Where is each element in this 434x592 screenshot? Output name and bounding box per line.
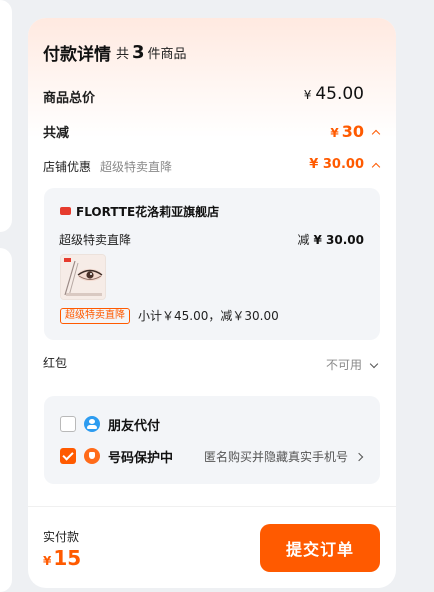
- chevron-right-icon: [356, 453, 364, 461]
- shop-discount-amount: ¥ 30.00: [309, 157, 364, 172]
- discount-total-toggle[interactable]: ¥30: [330, 122, 380, 141]
- chevron-down-icon: [370, 361, 378, 369]
- payment-detail-card: 付款详情 共 3 件商品 商品总价 ¥45.00 共减 ¥30 店铺优惠 超级特…: [28, 18, 396, 588]
- left-panel-edge: [0, 0, 12, 592]
- discount-total-amount: 30: [341, 122, 364, 141]
- goods-total-label: 商品总价: [43, 91, 96, 106]
- shop-logo-icon: [60, 207, 71, 215]
- left-panel-card-top: [0, 0, 12, 232]
- number-protection-detail-link[interactable]: 匿名购买并隐藏真实手机号: [204, 448, 364, 465]
- number-protection-checkbox[interactable]: [60, 448, 76, 464]
- goods-total-value: ¥45.00: [304, 84, 364, 104]
- promo-tag-badge: 超级特卖直降: [60, 308, 130, 324]
- promo-prefix: 减: [297, 233, 310, 247]
- shop-discount-detail: FLORTTE花洛莉亚旗舰店 超级特卖直降 减 ¥ 30.00 超级特卖直降 小计…: [44, 188, 380, 340]
- left-panel-card-bottom: [0, 248, 12, 592]
- friend-pay-label[interactable]: 朋友代付: [108, 415, 160, 434]
- footer-divider: [28, 506, 396, 507]
- submit-order-button[interactable]: 提交订单: [260, 524, 380, 572]
- chevron-up-icon: [372, 128, 380, 136]
- number-protection-label[interactable]: 号码保护中: [108, 447, 173, 466]
- actual-payment-label: 实付款: [43, 530, 80, 544]
- shop-discount-label: 店铺优惠: [43, 160, 92, 174]
- item-count-number: 3: [132, 42, 145, 63]
- product-thumbnail[interactable]: [60, 254, 106, 300]
- chevron-up-icon: [372, 161, 380, 169]
- promo-label: 超级特卖直降: [59, 233, 132, 247]
- friend-pay-checkbox[interactable]: [60, 416, 76, 432]
- eye-makeup-product-image: [61, 255, 105, 299]
- shop-subtotal: 小计￥45.00，减￥30.00: [138, 309, 279, 323]
- card-header-gradient: [28, 18, 396, 138]
- shop-discount-subtitle: 超级特卖直降: [100, 160, 173, 174]
- currency-symbol: ¥: [43, 554, 52, 568]
- payment-options: 朋友代付 号码保护中 匿名购买并隐藏真实手机号: [44, 396, 380, 484]
- promo-amount-value: ¥ 30.00: [313, 233, 364, 247]
- red-packet-selector[interactable]: 不可用: [326, 356, 378, 373]
- shield-icon: [84, 448, 100, 464]
- red-packet-label: 红包: [43, 356, 68, 370]
- actual-payment-value: ¥15: [43, 546, 81, 570]
- promo-amount: 减 ¥ 30.00: [298, 231, 365, 248]
- friend-icon: [84, 416, 100, 432]
- shop-discount-toggle[interactable]: ¥ 30.00: [309, 157, 380, 172]
- discount-total-label: 共减: [43, 126, 70, 141]
- goods-total-amount: 45.00: [315, 84, 364, 104]
- red-packet-status: 不可用: [325, 358, 362, 372]
- shop-name[interactable]: FLORTTE花洛莉亚旗舰店: [76, 203, 219, 220]
- item-count: 共 3 件商品: [116, 42, 187, 63]
- number-protection-hint: 匿名购买并隐藏真实手机号: [203, 450, 348, 464]
- item-count-suffix: 件商品: [147, 47, 187, 62]
- page-title: 付款详情: [43, 45, 111, 65]
- actual-payment-amount: 15: [53, 546, 82, 570]
- item-count-prefix: 共: [116, 47, 130, 62]
- currency-symbol: ¥: [330, 126, 339, 140]
- currency-symbol: ¥: [303, 88, 312, 102]
